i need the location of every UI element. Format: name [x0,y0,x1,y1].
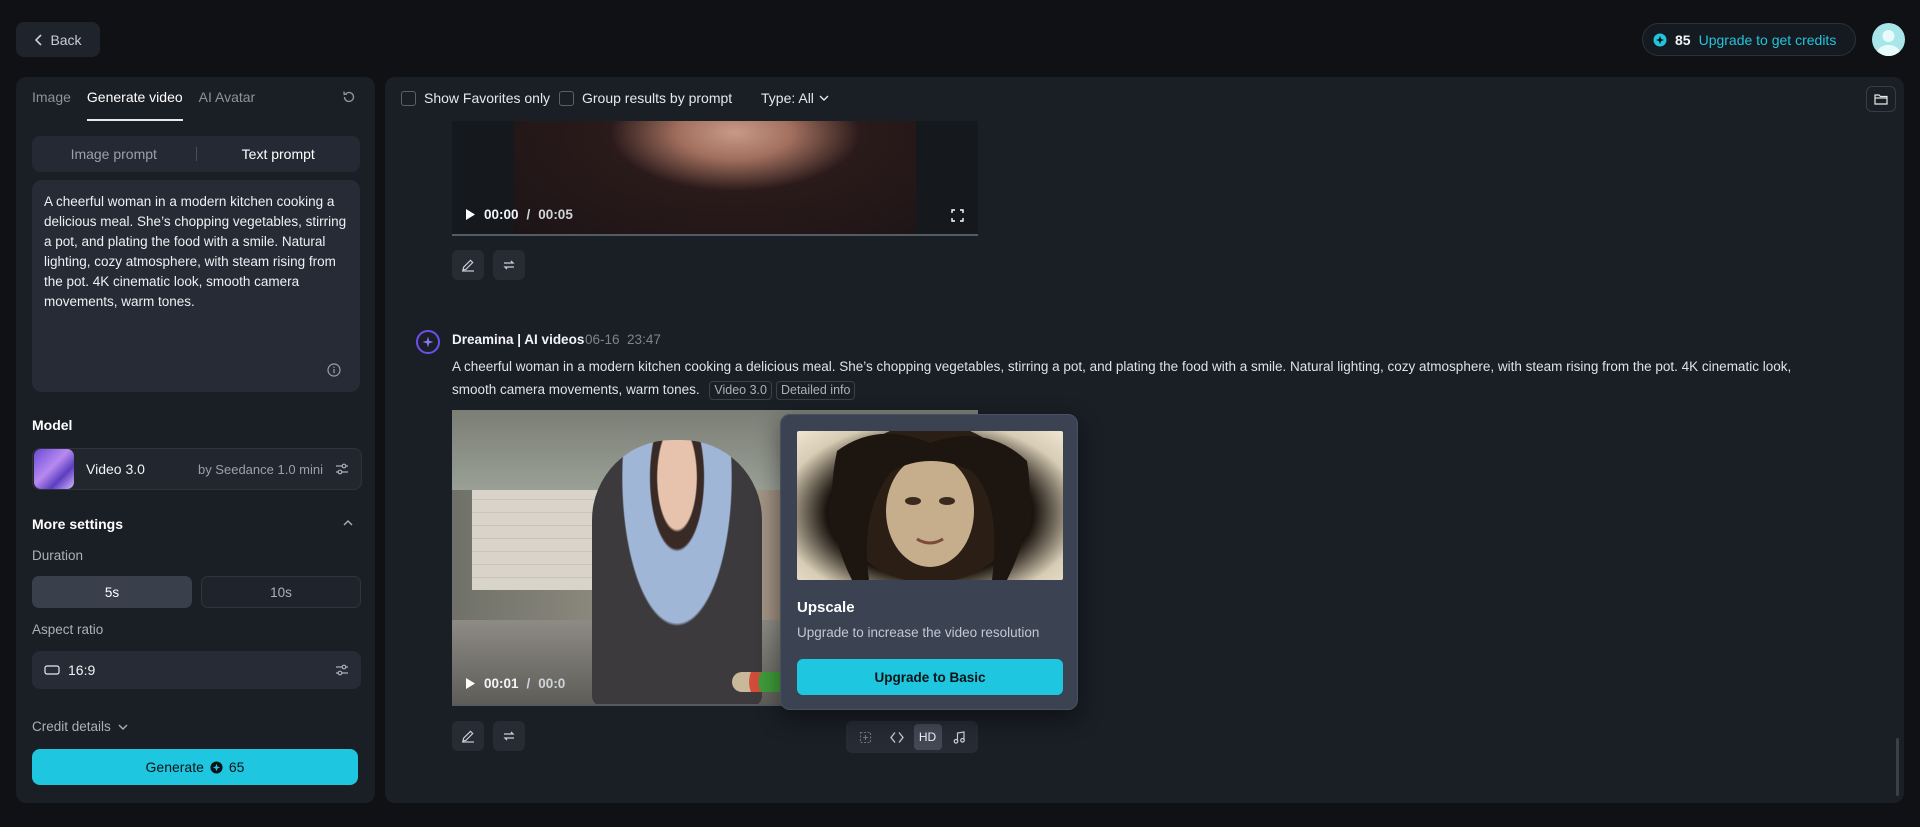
chevron-up-icon[interactable] [342,518,354,528]
edit-button-1[interactable] [452,250,484,280]
fullscreen-icon[interactable] [951,209,964,222]
video-player-1[interactable]: 00:00 / 00:05 [452,121,978,236]
type-filter-dropdown[interactable]: Type: All [761,90,830,106]
model-provider: by Seedance 1.0 mini [197,461,323,477]
credits-pill[interactable]: 85 Upgrade to get credits [1642,23,1856,56]
favorites-checkbox[interactable] [401,90,416,106]
avatar[interactable] [1872,23,1905,56]
type-filter-label: Type: All [761,90,814,106]
chevron-left-icon [34,33,44,46]
credit-coin-icon [1653,33,1667,47]
duration-5s-button[interactable]: 5s [32,576,192,608]
chevron-down-icon [818,93,830,103]
play-icon[interactable] [464,208,476,221]
sliders-icon[interactable] [335,664,349,676]
regenerate-button-2[interactable] [493,721,525,751]
prompt-textarea[interactable]: A cheerful woman in a modern kitchen coo… [32,180,360,392]
post-prompt-text: A cheerful woman in a modern kitchen coo… [452,359,1792,397]
video-2-current-time: 00:01 [484,676,519,691]
video-1-progress-track[interactable] [452,234,978,236]
upscale-hd-button[interactable]: HD [913,724,942,750]
upscale-preview-image [797,431,1063,580]
credit-details-toggle[interactable]: Credit details [32,719,129,734]
tab-generate-video[interactable]: Generate video [86,89,183,121]
video-1-controls: 00:00 / 00:05 [464,207,573,222]
video-2-controls: 00:01 / 00:0 [464,676,565,691]
group-checkbox[interactable] [559,90,574,106]
upgrade-to-basic-button[interactable]: Upgrade to Basic [797,659,1063,695]
credits-count: 85 [1675,31,1691,48]
post-time: 23:47 [627,332,661,347]
image-prompt-option[interactable]: Image prompt [32,146,196,162]
sparkle-icon [422,336,434,348]
model-chip[interactable]: Video 3.0 [709,381,772,400]
video-1-frame [514,121,916,236]
text-prompt-option[interactable]: Text prompt [197,146,361,162]
pencil-icon [461,258,475,272]
duration-label: Duration [32,548,84,563]
back-button[interactable]: Back [16,22,100,57]
model-name: Video 3.0 [86,461,145,477]
upgrade-link[interactable]: Upgrade to get credits [1699,32,1837,48]
regenerate-button-1[interactable] [493,250,525,280]
post-timestamp: 06-16 23:47 [585,332,661,347]
reset-icon[interactable] [342,90,356,104]
more-settings-label[interactable]: More settings [32,516,123,532]
post-author: Dreamina | AI videos [452,332,585,347]
music-icon [953,730,965,744]
mode-tabs: Image Generate video AI Avatar [32,89,255,121]
favorites-label: Show Favorites only [424,90,551,106]
detailed-info-chip[interactable]: Detailed info [775,381,856,400]
aspect-ratio-label: Aspect ratio [32,622,104,637]
add-sound-button[interactable] [945,724,973,750]
folder-icon [1874,93,1888,105]
duration-10s-button[interactable]: 10s [201,576,361,608]
tab-image[interactable]: Image [32,89,71,121]
popup-title: Upscale [797,599,855,616]
video-tools: HD [846,721,978,753]
results-scrollbar[interactable] [1896,738,1899,796]
loop-icon [502,729,516,743]
generate-button[interactable]: Generate 65 [32,749,358,785]
model-thumbnail [34,449,74,489]
edit-button-2[interactable] [452,721,484,751]
aspect-ratio-selector[interactable]: 16:9 [32,651,361,689]
group-filter[interactable]: Group results by prompt [559,90,732,106]
video-2-frame-woman [592,440,762,706]
frame-extend-button[interactable] [852,724,880,750]
info-icon[interactable] [327,363,341,377]
play-icon[interactable] [464,677,476,690]
pencil-icon [461,729,475,743]
prompt-mode-switch: Image prompt Text prompt [32,136,360,172]
generate-label: Generate [145,759,204,775]
post-prompt: A cheerful woman in a modern kitchen coo… [452,355,1812,401]
tab-ai-avatar[interactable]: AI Avatar [199,89,256,121]
model-selector[interactable]: Video 3.0 by Seedance 1.0 mini [32,448,362,490]
sliders-icon[interactable] [335,463,349,475]
credit-details-label: Credit details [32,719,111,734]
loop-icon [502,258,516,272]
back-label: Back [50,31,82,48]
video-1-current-time: 00:00 [484,207,519,222]
aspect-rectangle-icon [44,665,60,675]
video-2-duration: 00:0 [538,676,566,691]
favorites-filter[interactable]: Show Favorites only [401,90,550,106]
chevron-down-icon [117,722,129,732]
interpolate-button[interactable] [883,724,911,750]
folder-button[interactable] [1866,86,1896,112]
group-label: Group results by prompt [582,90,733,106]
model-label: Model [32,417,73,433]
generate-cost: 65 [228,759,245,775]
post-date: 06-16 [585,332,620,347]
video-1-duration: 00:05 [538,207,573,222]
credit-coin-icon [210,760,223,774]
aspect-ratio-value: 16:9 [68,662,96,678]
popup-description: Upgrade to increase the video resolution [797,625,1040,640]
author-avatar [416,330,440,354]
upscale-popup: Upscale Upgrade to increase the video re… [780,414,1078,710]
